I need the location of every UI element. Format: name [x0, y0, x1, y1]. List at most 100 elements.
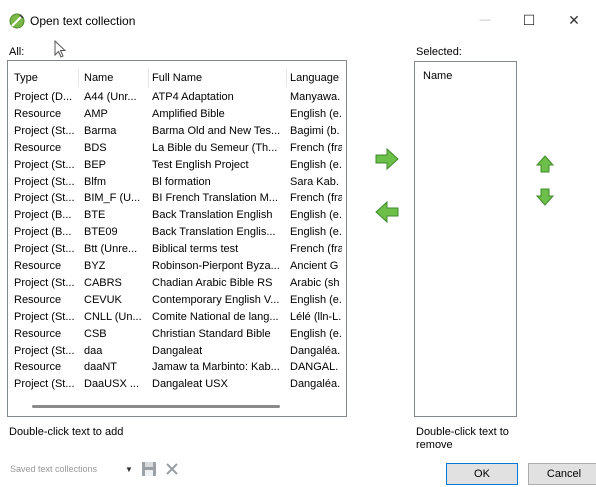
- table-row[interactable]: Resource BYZ Robinson-Pierpont Byza... Anci…: [8, 259, 346, 275]
- table-cell: Blfm: [84, 175, 106, 188]
- table-cell: CNLL (Un...: [84, 310, 142, 323]
- column-header-language[interactable]: Language: [290, 72, 342, 84]
- table-cell: BDS: [84, 141, 107, 154]
- table-cell: Project (St...: [14, 124, 75, 137]
- move-up-button[interactable]: [530, 150, 560, 178]
- table-row[interactable]: Project (St... daa Dangaleat Dangaléa.: [8, 344, 346, 360]
- minimize-button[interactable]: —: [463, 0, 507, 40]
- selected-label: Selected:: [416, 46, 462, 58]
- table-cell: Project (B...: [14, 209, 72, 222]
- table-cell: BIM_F (U...: [84, 192, 141, 205]
- table-row[interactable]: Project (D... A44 (Unr... ATP4 Adaptation M…: [8, 90, 346, 106]
- table-row[interactable]: Resource AMP Amplified Bible English (e.: [8, 107, 346, 123]
- table-row[interactable]: Project (St... Barma Barma Old and New Tes…: [8, 124, 346, 140]
- saved-collections-combo[interactable]: Saved text collections ▼: [5, 460, 135, 478]
- arrow-left-icon: [375, 200, 399, 224]
- add-hint: Double-click text to add: [9, 426, 124, 438]
- table-cell: Dangaléa.: [290, 378, 341, 391]
- table-cell: BTE09: [84, 226, 118, 239]
- table-cell: Project (B...: [14, 226, 72, 239]
- paratext-icon: [9, 13, 25, 29]
- table-cell: Dangaleat: [152, 344, 203, 357]
- table-row[interactable]: Project (St... DaaUSX ... Dangaleat USX Dan…: [8, 377, 346, 393]
- table-row[interactable]: Resource daaNT Jamaw ta Marbinto: Kab... DA…: [8, 360, 346, 376]
- table-cell: Project (St...: [14, 243, 75, 256]
- table-row[interactable]: Resource BDS La Bible du Semeur (Th... Fren…: [8, 141, 346, 157]
- table-cell: English (e.: [290, 226, 342, 239]
- table-cell: French (fra: [290, 141, 342, 154]
- vertical-scrollbar[interactable]: [346, 85, 347, 121]
- column-header-name[interactable]: Name: [84, 72, 146, 84]
- table-cell: English (e.: [290, 107, 342, 120]
- table-cell: Back Translation Englis...: [152, 226, 276, 239]
- close-button[interactable]: ✕: [552, 0, 596, 40]
- table-cell: Dangaleat USX: [152, 378, 228, 391]
- table-cell: Christian Standard Bible: [152, 327, 271, 340]
- delete-icon[interactable]: [164, 461, 180, 477]
- table-cell: English (e.: [290, 209, 342, 222]
- all-texts-list[interactable]: Type Name Full Name Language Project (D.…: [7, 60, 347, 417]
- table-cell: Resource: [14, 327, 62, 340]
- remove-hint-line1: Double-click text to: [416, 426, 509, 438]
- table-row[interactable]: Resource CSB Christian Standard Bible Engli…: [8, 327, 346, 343]
- arrow-right-icon: [375, 147, 399, 171]
- table-cell: Project (St...: [14, 192, 75, 205]
- table-cell: Test English Project: [152, 158, 249, 171]
- table-cell: Jamaw ta Marbinto: Kab...: [152, 361, 280, 374]
- table-row[interactable]: Project (St... BEP Test English Project Eng…: [8, 158, 346, 174]
- table-cell: French (fra: [290, 243, 342, 256]
- move-down-button[interactable]: [530, 183, 560, 211]
- remove-button[interactable]: [372, 198, 402, 226]
- cancel-button[interactable]: Cancel: [528, 463, 596, 485]
- arrow-up-icon: [535, 155, 555, 173]
- table-cell: BTE: [84, 209, 106, 222]
- column-header-type[interactable]: Type: [14, 72, 80, 84]
- column-header-full-name[interactable]: Full Name: [152, 72, 286, 84]
- maximize-button[interactable]: ☐: [507, 0, 551, 40]
- table-row[interactable]: Project (St... BIM_F (U... BI French Trans…: [8, 191, 346, 207]
- table-cell: English (e.: [290, 327, 342, 340]
- save-icon[interactable]: [141, 461, 157, 477]
- list-header: Type Name Full Name Language: [8, 69, 346, 87]
- table-cell: CEVUK: [84, 293, 122, 306]
- table-cell: Robinson-Pierpont Byza...: [152, 260, 280, 272]
- table-cell: AMP: [84, 107, 108, 120]
- table-cell: DaaUSX ...: [84, 378, 140, 391]
- table-cell: Lélé (lln-L.: [290, 310, 342, 323]
- table-cell: Comite National de lang...: [152, 310, 279, 323]
- add-button[interactable]: [372, 145, 402, 173]
- table-row[interactable]: Project (St... Blfm Bl formation Sara Kab.: [8, 175, 346, 191]
- table-cell: Project (St...: [14, 310, 75, 323]
- table-row[interactable]: Project (St... CABRS Chadian Arabic Bible …: [8, 276, 346, 292]
- table-cell: Biblical terms test: [152, 243, 239, 256]
- table-row[interactable]: Project (B... BTE09 Back Translation Engli…: [8, 225, 346, 241]
- horizontal-scrollbar[interactable]: [32, 405, 280, 408]
- table-cell: La Bible du Semeur (Th...: [152, 141, 278, 154]
- table-row[interactable]: Project (St... Btt (Unre... Biblical terms…: [8, 242, 346, 258]
- table-cell: Btt (Unre...: [84, 243, 138, 256]
- table-cell: Project (St...: [14, 276, 75, 289]
- table-cell: Resource: [14, 107, 62, 120]
- table-cell: Dangaléa.: [290, 344, 341, 357]
- table-cell: Chadian Arabic Bible RS: [152, 276, 273, 289]
- title-bar: Open text collection — ☐ ✕: [0, 0, 596, 42]
- table-cell: Bagimi (b.: [290, 124, 340, 137]
- all-label: All:: [9, 46, 25, 58]
- table-cell: Project (St...: [14, 158, 75, 171]
- table-cell: Resource: [14, 260, 62, 272]
- table-row[interactable]: Project (St... CNLL (Un... Comite National…: [8, 310, 346, 326]
- table-cell: A44 (Unr...: [84, 91, 137, 103]
- table-cell: DANGAL.: [290, 361, 339, 374]
- table-cell: English (e.: [290, 293, 342, 306]
- table-row[interactable]: Project (B... BTE Back Translation English…: [8, 208, 346, 224]
- chevron-down-icon[interactable]: ▼: [125, 465, 135, 474]
- ok-button[interactable]: OK: [446, 463, 518, 485]
- table-cell: BEP: [84, 158, 107, 171]
- table-cell: Project (St...: [14, 378, 75, 391]
- table-cell: Barma: [84, 124, 117, 137]
- table-cell: Bl formation: [152, 175, 211, 188]
- table-row[interactable]: Resource CEVUK Contemporary English V... En…: [8, 293, 346, 309]
- mouse-cursor-icon: [54, 40, 67, 58]
- table-cell: Barma Old and New Tes...: [152, 124, 281, 137]
- selected-texts-list[interactable]: Name: [414, 61, 517, 417]
